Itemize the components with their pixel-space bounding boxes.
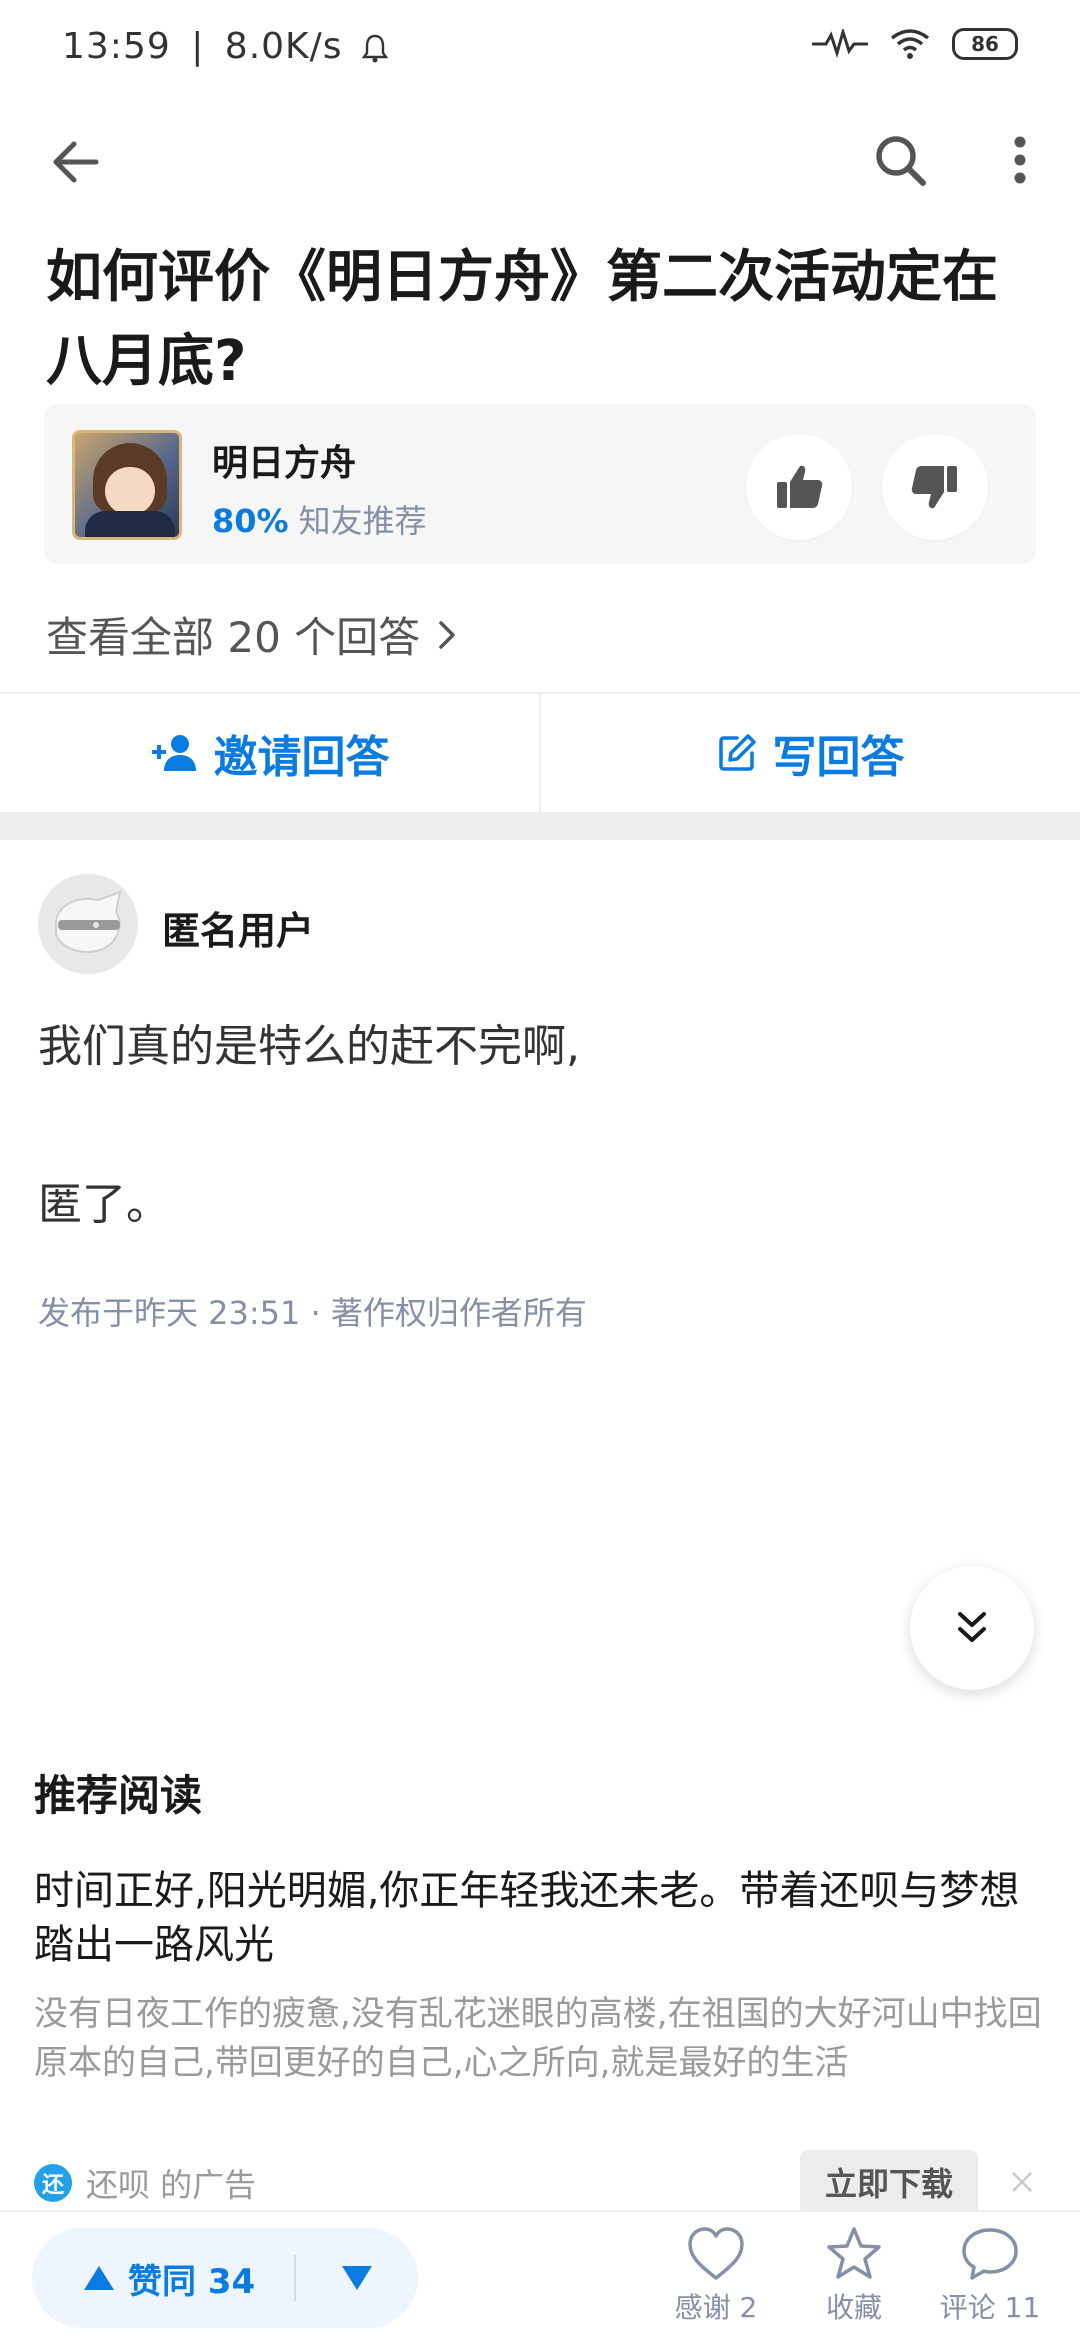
bottom-action-bar: 赞同 34 感谢 2 收藏 评论 11 bbox=[0, 2210, 1080, 2340]
game-avatar bbox=[72, 430, 182, 540]
search-icon bbox=[876, 136, 926, 186]
status-right: 86 bbox=[812, 28, 1018, 60]
ad-download-button[interactable]: 立即下载 bbox=[800, 2150, 978, 2214]
collapse-button[interactable] bbox=[910, 1566, 1034, 1690]
ad-description[interactable]: 没有日夜工作的疲惫,没有乱花迷眼的高楼,在祖国的大好河山中找回原本的自己,带回更… bbox=[34, 1990, 1044, 2088]
more-button[interactable] bbox=[990, 128, 1050, 192]
edit-icon bbox=[718, 734, 756, 771]
triangle-up-icon bbox=[84, 2266, 114, 2290]
question-title[interactable]: 如何评价《明日方舟》第二次活动定在八月底? bbox=[46, 236, 1046, 404]
author-avatar[interactable] bbox=[38, 874, 138, 974]
thumb-down-icon bbox=[911, 466, 957, 509]
upvote-label: 赞同 34 bbox=[128, 2261, 256, 2302]
double-chevron-down-icon bbox=[958, 1612, 986, 1642]
more-icon bbox=[1014, 136, 1026, 184]
game-rating: 80% 知友推荐 bbox=[212, 496, 427, 542]
recommend-up-button[interactable] bbox=[746, 434, 852, 540]
close-icon bbox=[1012, 2172, 1032, 2192]
answer-paragraph: 匿了。 bbox=[38, 1179, 170, 1230]
ad-sponsor: 还 还呗 的广告 bbox=[34, 2160, 256, 2206]
heart-icon bbox=[688, 2227, 744, 2280]
vote-pill: 赞同 34 bbox=[32, 2228, 418, 2328]
favorite-label: 收藏 bbox=[825, 2291, 882, 2324]
game-rating-label: 知友推荐 bbox=[298, 502, 427, 540]
chevron-right-icon bbox=[439, 620, 455, 649]
invite-answer-label: 邀请回答 bbox=[213, 732, 390, 783]
view-all-answers-label: 查看全部 20 个回答 bbox=[46, 613, 421, 662]
downvote-button[interactable] bbox=[296, 2264, 418, 2292]
search-button[interactable] bbox=[868, 128, 932, 192]
comment-button[interactable]: 评论 11 bbox=[930, 2226, 1050, 2326]
upvote-button[interactable]: 赞同 34 bbox=[32, 2254, 294, 2303]
back-button[interactable] bbox=[44, 130, 108, 194]
thanks-label: 感谢 2 bbox=[674, 2291, 758, 2324]
triangle-down-icon bbox=[342, 2266, 372, 2290]
favorite-button[interactable]: 收藏 bbox=[794, 2226, 914, 2326]
status-net-speed: 8.0K/s bbox=[224, 26, 343, 67]
sponsor-logo: 还 bbox=[34, 2164, 72, 2202]
write-answer-button[interactable]: 写回答 bbox=[541, 694, 1080, 812]
recommended-heading: 推荐阅读 bbox=[34, 1771, 203, 1820]
game-name: 明日方舟 bbox=[212, 443, 357, 484]
write-answer-label: 写回答 bbox=[772, 732, 905, 783]
comment-label: 评论 11 bbox=[939, 2291, 1041, 2324]
section-separator bbox=[0, 814, 1080, 840]
ad-close-button[interactable] bbox=[1004, 2164, 1040, 2200]
author-name[interactable]: 匿名用户 bbox=[162, 900, 314, 955]
game-card[interactable]: 明日方舟 80% 知友推荐 bbox=[44, 404, 1036, 564]
battery-indicator: 86 bbox=[952, 28, 1018, 60]
alarm-icon bbox=[361, 34, 389, 63]
view-all-answers-link[interactable]: 查看全部 20 个回答 bbox=[46, 604, 456, 665]
status-bar: 13:59 | 8.0K/s 86 bbox=[0, 0, 1080, 100]
status-time: 13:59 bbox=[62, 26, 171, 67]
back-icon bbox=[53, 141, 99, 183]
answer-meta: 发布于昨天 23:51 · 著作权归作者所有 bbox=[38, 1294, 587, 1332]
answer-action-row: 邀请回答 写回答 bbox=[0, 692, 1080, 814]
anonymous-avatar-icon bbox=[38, 874, 138, 974]
recommend-down-button[interactable] bbox=[882, 434, 988, 540]
status-left: 13:59 | 8.0K/s bbox=[62, 26, 389, 67]
thanks-button[interactable]: 感谢 2 bbox=[656, 2226, 776, 2326]
wifi-icon bbox=[890, 29, 930, 59]
game-rating-percent: 80% bbox=[212, 502, 289, 540]
ad-title[interactable]: 时间正好,阳光明媚,你正年轻我还未老。带着还呗与梦想踏出一路风光 bbox=[34, 1864, 1044, 1972]
comment-icon bbox=[962, 2228, 1018, 2280]
status-separator: | bbox=[191, 26, 205, 67]
app-bar bbox=[0, 110, 1080, 210]
sponsor-label: 还呗 的广告 bbox=[86, 2166, 257, 2204]
invite-answer-button[interactable]: 邀请回答 bbox=[0, 694, 539, 812]
answer-paragraph: 我们真的是特么的赶不完啊, bbox=[38, 1021, 580, 1072]
thumb-up-icon bbox=[777, 465, 823, 508]
signal-wave-icon bbox=[812, 29, 868, 59]
star-icon bbox=[827, 2227, 881, 2279]
add-person-icon bbox=[151, 735, 196, 771]
